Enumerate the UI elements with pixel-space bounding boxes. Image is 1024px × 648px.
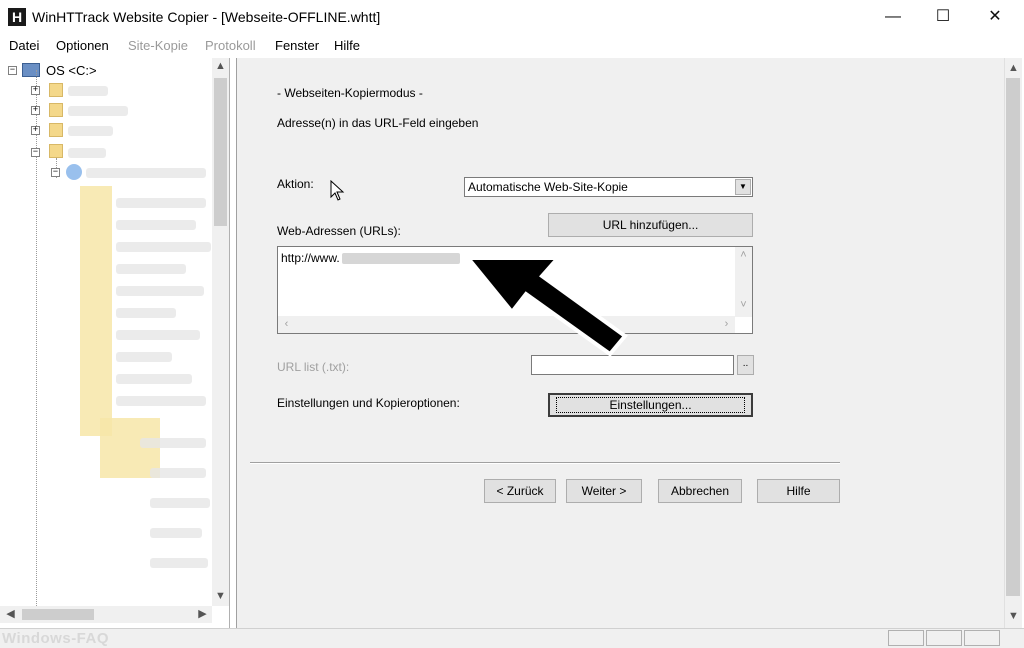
close-button[interactable]: ✕ (972, 0, 1018, 34)
main-vertical-scroll-thumb[interactable] (1006, 78, 1020, 596)
blurred-tree-item (140, 438, 206, 448)
blurred-tree-item (116, 220, 196, 230)
blurred-tree-item (86, 168, 206, 178)
folder-icon (49, 123, 63, 137)
annotation-arrow-icon (463, 256, 628, 357)
urls-label: Web-Adressen (URLs): (277, 224, 401, 238)
scroll-left-icon[interactable]: ‹ (278, 316, 295, 333)
blurred-tree-item (116, 198, 206, 208)
menu-fenster[interactable]: Fenster (275, 38, 319, 53)
settings-button[interactable]: Einstellungen... (548, 393, 753, 417)
tree-horizontal-scroll-thumb[interactable] (22, 609, 94, 620)
blurred-tree-item (116, 264, 186, 274)
chevron-down-icon[interactable]: ▼ (735, 179, 751, 195)
blurred-tree-item (150, 558, 208, 568)
folder-tree[interactable]: − OS <C:> + + + − − ▲ ▼ ◀ ▶ (0, 58, 230, 628)
folder-icon (49, 144, 63, 158)
action-select[interactable]: Automatische Web-Site-Kopie ▼ (464, 177, 753, 197)
blurred-tree-item (116, 396, 206, 406)
scroll-up-icon[interactable]: ▲ (1005, 60, 1022, 77)
instruction-text: Adresse(n) in das URL-Feld eingeben (277, 116, 479, 130)
cancel-button[interactable]: Abbrechen (658, 479, 742, 503)
back-button[interactable]: < Zurück (484, 479, 556, 503)
blurred-tree-item (68, 86, 108, 96)
collapse-icon[interactable]: − (8, 66, 17, 75)
scroll-down-icon[interactable]: ˅ (735, 297, 752, 314)
scroll-up-icon[interactable]: ▲ (212, 58, 229, 75)
separator (250, 462, 840, 464)
browse-button[interactable]: .. (737, 355, 754, 375)
status-bar (0, 628, 1024, 648)
mode-title: - Webseiten-Kopiermodus - (277, 86, 423, 100)
expand-icon[interactable]: + (31, 126, 40, 135)
scroll-down-icon[interactable]: ▼ (212, 588, 229, 605)
blurred-tree-item (150, 468, 206, 478)
url-list-label: URL list (.txt): (277, 360, 350, 374)
blurred-tree-item (150, 498, 210, 508)
menu-optionen[interactable]: Optionen (56, 38, 109, 53)
mouse-cursor-icon (330, 180, 345, 201)
menu-datei[interactable]: Datei (9, 38, 39, 53)
scroll-right-icon[interactable]: ▶ (194, 606, 211, 623)
scroll-right-icon[interactable]: › (718, 316, 735, 333)
status-cell (964, 630, 1000, 646)
action-label: Aktion: (277, 177, 314, 191)
url-vertical-scrollbar[interactable]: ˄ ˅ (735, 247, 752, 317)
menu-protokoll[interactable]: Protokoll (205, 38, 256, 53)
blurred-tree-item (116, 308, 176, 318)
blurred-tree-item (116, 286, 204, 296)
blurred-tree-item (116, 374, 192, 384)
expand-icon[interactable]: + (31, 106, 40, 115)
expand-icon[interactable]: + (31, 86, 40, 95)
collapse-icon[interactable]: − (51, 168, 60, 177)
status-cell (888, 630, 924, 646)
help-button[interactable]: Hilfe (757, 479, 840, 503)
blurred-tree-item (68, 148, 106, 158)
minimize-button[interactable]: — (870, 0, 916, 34)
title-bar: H WinHTTrack Website Copier - [Webseite-… (0, 0, 1024, 34)
blurred-folder-column (80, 186, 112, 436)
scroll-up-icon[interactable]: ˄ (735, 247, 752, 264)
blurred-url (341, 253, 460, 265)
user-folder-icon (66, 164, 82, 180)
folder-icon (49, 103, 63, 117)
watermark: Windows-FAQ (2, 630, 110, 647)
window-title: WinHTTrack Website Copier - [Webseite-OF… (32, 9, 381, 25)
blurred-tree-item (68, 126, 113, 136)
blurred-tree-item (116, 330, 200, 340)
blurred-tree-item (150, 528, 202, 538)
status-cell (926, 630, 962, 646)
tree-vertical-scroll-thumb[interactable] (214, 78, 227, 226)
drive-icon (22, 63, 40, 77)
blurred-tree-item (116, 242, 211, 252)
next-button[interactable]: Weiter > (566, 479, 642, 503)
tree-root-label[interactable]: OS <C:> (46, 63, 97, 78)
url-text-prefix: http://www. (281, 251, 340, 265)
folder-icon (49, 83, 63, 97)
collapse-icon[interactable]: − (31, 148, 40, 157)
action-select-value: Automatische Web-Site-Kopie (468, 180, 628, 194)
menu-bar: Datei Optionen Site-Kopie Protokoll Fens… (0, 36, 1024, 56)
blurred-tree-item (116, 352, 172, 362)
blurred-tree-item (68, 106, 128, 116)
add-url-button[interactable]: URL hinzufügen... (548, 213, 753, 237)
maximize-button[interactable]: ☐ (920, 0, 966, 34)
settings-button-label: Einstellungen... (556, 397, 745, 413)
settings-label: Einstellungen und Kopieroptionen: (277, 396, 460, 410)
url-text: http://www. (281, 251, 460, 265)
scroll-down-icon[interactable]: ▼ (1005, 608, 1022, 625)
app-icon: H (8, 8, 26, 26)
menu-site-kopie[interactable]: Site-Kopie (128, 38, 188, 53)
menu-hilfe[interactable]: Hilfe (334, 38, 360, 53)
scroll-left-icon[interactable]: ◀ (2, 606, 19, 623)
